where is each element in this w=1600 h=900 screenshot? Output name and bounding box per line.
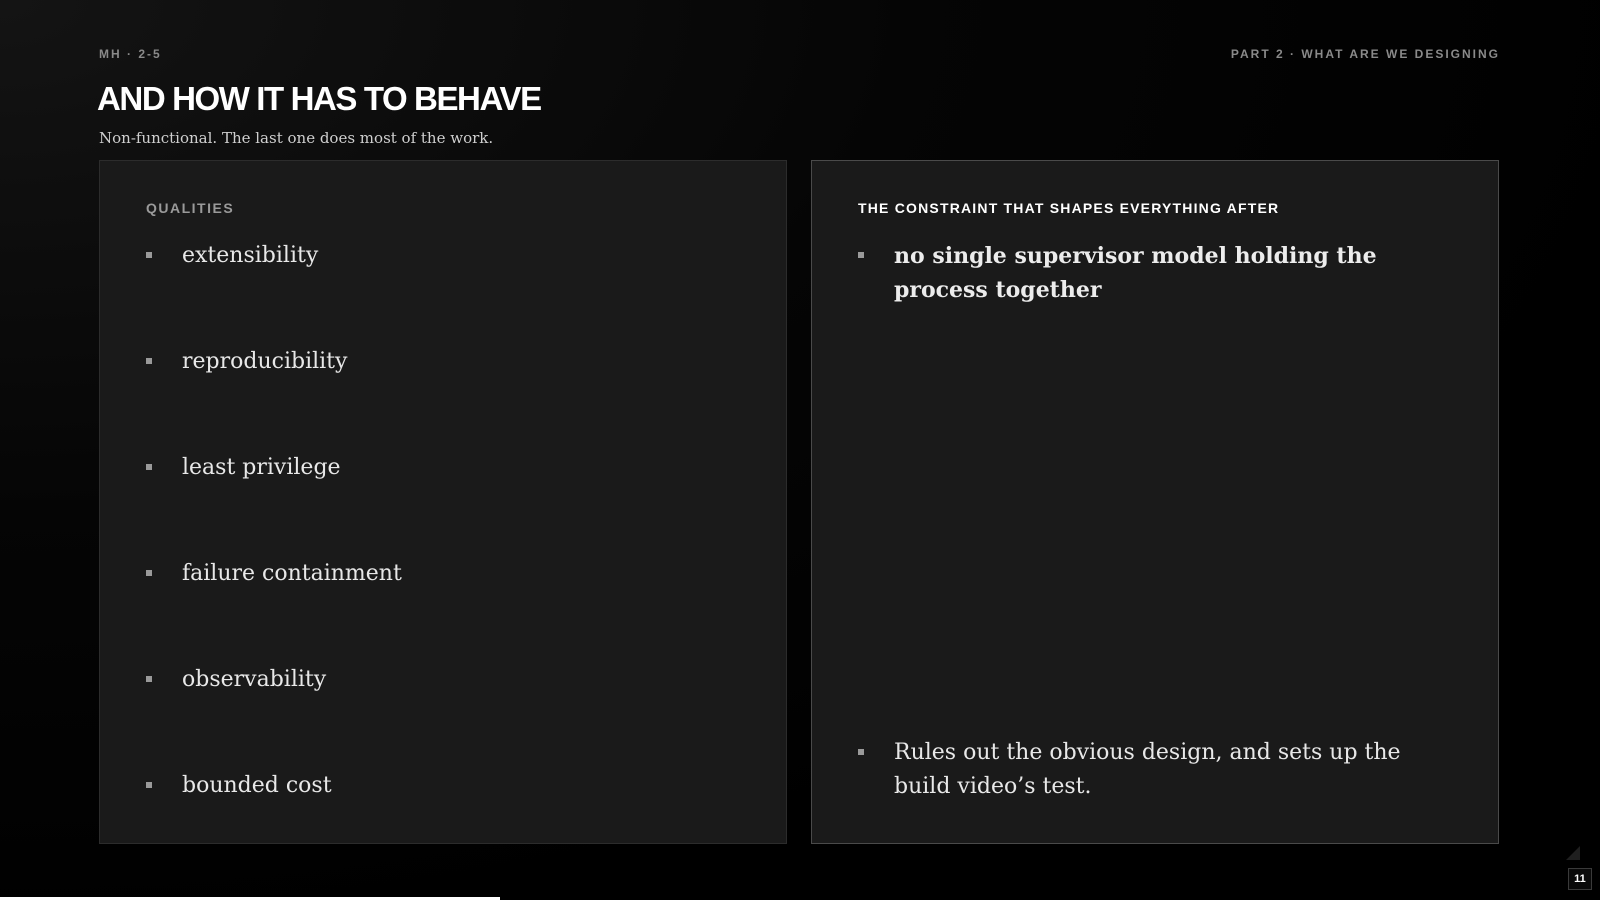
slide-title: AND HOW IT HAS TO BEHAVE: [97, 80, 542, 117]
list-item: bounded cost: [146, 769, 716, 803]
list-item: observability: [146, 663, 716, 697]
slide-subtitle: Non-functional. The last one does most o…: [99, 129, 494, 147]
constraint-label: THE CONSTRAINT THAT SHAPES EVERYTHING AF…: [858, 200, 1280, 216]
constraint-panel: THE CONSTRAINT THAT SHAPES EVERYTHING AF…: [811, 160, 1499, 844]
list-item: no single supervisor model holding the p…: [858, 239, 1428, 307]
constraint-note: Rules out the obvious design, and sets u…: [894, 740, 1401, 799]
square-bullet-icon: [146, 570, 152, 576]
slide-code: MH · 2-5: [99, 47, 162, 61]
qualities-panel: QUALITIES extensibility reproducibility …: [99, 160, 787, 844]
corner-fold-icon: [1566, 846, 1580, 860]
page-number: 11: [1568, 868, 1592, 890]
list-item: least privilege: [146, 451, 716, 485]
list-item-text: reproducibility: [182, 349, 348, 374]
qualities-label: QUALITIES: [146, 200, 235, 216]
list-item-text: observability: [182, 667, 327, 692]
list-item-text: failure containment: [182, 561, 402, 586]
square-bullet-icon: [146, 358, 152, 364]
square-bullet-icon: [146, 676, 152, 682]
list-item: failure containment: [146, 557, 716, 591]
square-bullet-icon: [146, 252, 152, 258]
slide: MH · 2-5 PART 2 · WHAT ARE WE DESIGNING …: [0, 0, 1600, 900]
list-item-text: extensibility: [182, 243, 319, 268]
list-item-text: least privilege: [182, 455, 341, 480]
square-bullet-icon: [858, 252, 864, 258]
list-item-text: bounded cost: [182, 773, 332, 798]
square-bullet-icon: [146, 464, 152, 470]
list-item: Rules out the obvious design, and sets u…: [858, 736, 1428, 804]
constraint-text: no single supervisor model holding the p…: [894, 243, 1377, 303]
section-label: PART 2 · WHAT ARE WE DESIGNING: [1230, 47, 1500, 61]
list-item: reproducibility: [146, 345, 716, 379]
square-bullet-icon: [146, 782, 152, 788]
square-bullet-icon: [858, 749, 864, 755]
list-item: extensibility: [146, 239, 716, 273]
